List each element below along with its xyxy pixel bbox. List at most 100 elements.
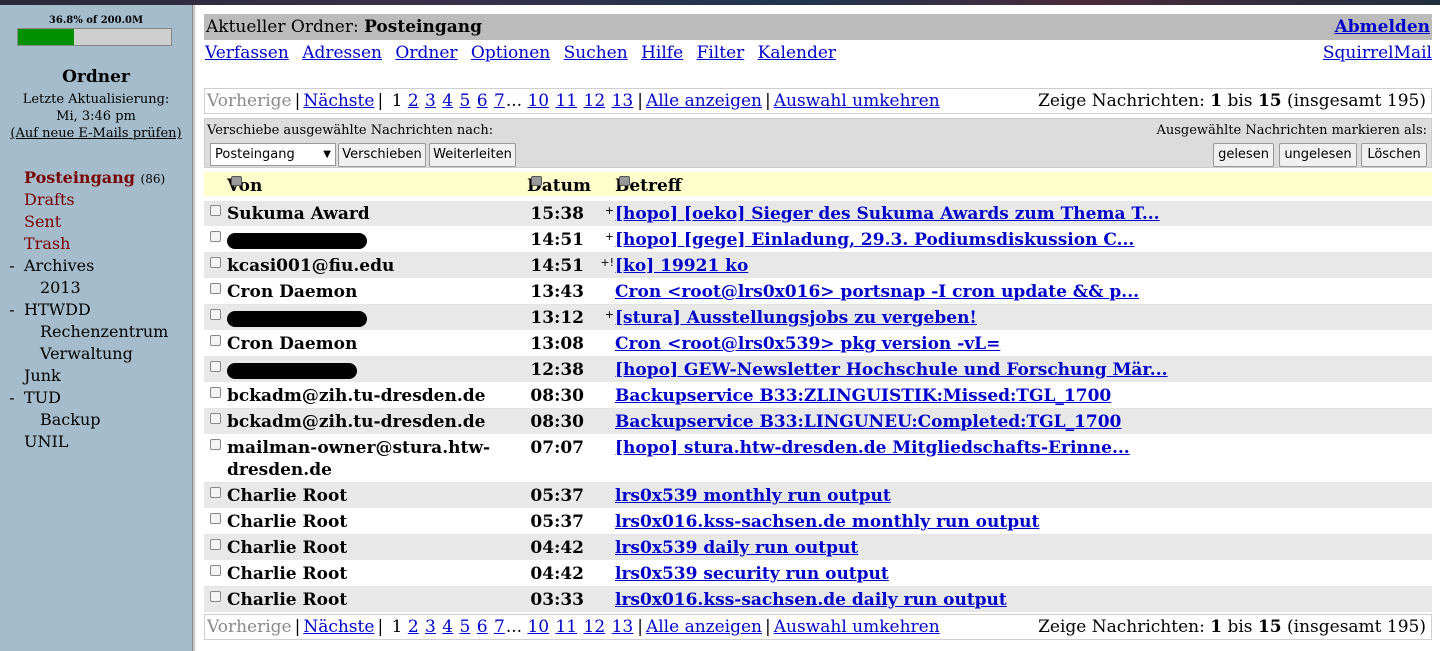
message-checkbox[interactable]	[210, 439, 221, 450]
message-row[interactable]: Sukuma Award 15:38 + [hopo] [oeko] Sieger d…	[204, 201, 1432, 227]
page-link[interactable]: 7	[494, 617, 505, 637]
mark-read-button[interactable]: gelesen	[1213, 143, 1274, 167]
folder-label[interactable]: Posteingang	[24, 168, 135, 187]
check-mail-link-text[interactable]: (Auf neue E-Mails prüfen)	[10, 126, 181, 141]
message-subject-link[interactable]: Backupservice B33:ZLINGUISTIK:Missed:TGL…	[615, 385, 1111, 407]
page-link[interactable]: 12	[584, 91, 606, 111]
page-link[interactable]: 10	[527, 91, 549, 111]
invert-selection-link[interactable]: Auswahl umkehren	[774, 617, 940, 637]
folder-item[interactable]: - Archives	[0, 256, 94, 278]
menu-search[interactable]: Suchen	[564, 43, 628, 63]
message-row[interactable]: Charlie Root 05:37 lrs0x016.kss-sachsen.de…	[204, 509, 1432, 535]
menu-help[interactable]: Hilfe	[641, 43, 683, 63]
message-checkbox[interactable]	[210, 231, 221, 242]
message-subject-link[interactable]: lrs0x539 monthly run output	[615, 485, 891, 507]
page-link[interactable]: 10	[527, 617, 549, 637]
folder-label[interactable]: Sent	[24, 212, 61, 231]
mark-unread-button[interactable]: ungelesen	[1279, 143, 1357, 167]
message-subject-link[interactable]: lrs0x539 security run output	[615, 563, 889, 585]
folder-item[interactable]: Rechenzentrum	[16, 322, 168, 344]
page-link[interactable]: 6	[477, 91, 488, 111]
message-subject-link[interactable]: [ko] 19921 ko	[615, 255, 748, 277]
folder-item[interactable]: 2013	[16, 278, 81, 300]
page-link[interactable]: 2	[408, 617, 419, 637]
page-link[interactable]: 4	[442, 617, 453, 637]
page-link[interactable]: 3	[425, 617, 436, 637]
next-page-link[interactable]: Nächste	[303, 617, 374, 637]
sort-icon[interactable]	[531, 176, 542, 186]
message-subject-link[interactable]: [hopo] [oeko] Sieger des Sukuma Awards z…	[615, 203, 1160, 225]
menu-compose[interactable]: Verfassen	[205, 43, 289, 63]
message-subject-link[interactable]: [stura] Ausstellungsjobs zu vergeben!	[615, 307, 977, 329]
menu-filter[interactable]: Filter	[697, 43, 745, 63]
show-all-link[interactable]: Alle anzeigen	[646, 617, 762, 637]
invert-selection-link[interactable]: Auswahl umkehren	[774, 91, 940, 111]
folder-label[interactable]: Trash	[24, 234, 70, 253]
page-link[interactable]: 3	[425, 91, 436, 111]
folder-item[interactable]: Trash	[0, 234, 70, 256]
message-row[interactable]: mailman-owner@stura.htw-dresden.de 07:07 […	[204, 435, 1432, 483]
folder-label[interactable]: Backup	[40, 410, 101, 429]
message-checkbox[interactable]	[210, 413, 221, 424]
message-row[interactable]: bckadm@zih.tu-dresden.de 08:30 Backupservi…	[204, 383, 1432, 409]
folder-item[interactable]: Sent	[0, 212, 61, 234]
message-row[interactable]: 14:51 + [hopo] [gege] Einladung, 29.3. Pod…	[204, 227, 1432, 253]
folder-label[interactable]: Rechenzentrum	[40, 322, 168, 341]
message-row[interactable]: kcasi001@fiu.edu 14:51 +! [ko] 19921 ko	[204, 253, 1432, 279]
collapse-toggle[interactable]: -	[0, 256, 24, 275]
folder-label[interactable]: Drafts	[24, 190, 75, 209]
message-row[interactable]: Cron Daemon 13:08 Cron <root@lrs0x539> pkg…	[204, 331, 1432, 357]
squirrelmail-link[interactable]: SquirrelMail	[1323, 43, 1432, 63]
message-subject-link[interactable]: [hopo] stura.htw-dresden.de Mitgliedscha…	[615, 437, 1130, 459]
message-checkbox[interactable]	[210, 361, 221, 372]
collapse-toggle[interactable]: -	[0, 388, 24, 407]
check-mail-link[interactable]: (Auf neue E-Mails prüfen)	[0, 126, 192, 141]
menu-calendar[interactable]: Kalender	[758, 43, 836, 63]
page-link[interactable]: 5	[460, 617, 471, 637]
message-subject-link[interactable]: lrs0x016.kss-sachsen.de daily run output	[615, 589, 1007, 611]
message-subject-link[interactable]: lrs0x016.kss-sachsen.de monthly run outp…	[615, 511, 1039, 533]
message-checkbox[interactable]	[210, 513, 221, 524]
message-row[interactable]: Charlie Root 03:33 lrs0x016.kss-sachsen.de…	[204, 587, 1432, 613]
message-checkbox[interactable]	[210, 309, 221, 320]
menu-folders[interactable]: Ordner	[395, 43, 457, 63]
page-link[interactable]: 4	[442, 91, 453, 111]
folder-item[interactable]: Junk	[0, 366, 61, 388]
message-subject-link[interactable]: Cron <root@lrs0x016> portsnap -I cron up…	[615, 281, 1139, 303]
folder-label[interactable]: Verwaltung	[40, 344, 133, 363]
message-subject-link[interactable]: lrs0x539 daily run output	[615, 537, 858, 559]
forward-button[interactable]: Weiterleiten	[429, 143, 516, 167]
page-link[interactable]: 13	[612, 91, 634, 111]
page-link[interactable]: 11	[555, 91, 577, 111]
message-checkbox[interactable]	[210, 257, 221, 268]
message-row[interactable]: bckadm@zih.tu-dresden.de 08:30 Backupservi…	[204, 409, 1432, 435]
collapse-toggle[interactable]: -	[0, 300, 24, 319]
page-link[interactable]: 2	[408, 91, 419, 111]
message-row[interactable]: Charlie Root 04:42 lrs0x539 security run o…	[204, 561, 1432, 587]
move-target-select[interactable]: Posteingang ▼	[210, 143, 336, 166]
sort-icon[interactable]	[231, 176, 242, 186]
page-link[interactable]: 12	[584, 617, 606, 637]
logout-link[interactable]: Abmelden	[1335, 14, 1430, 40]
message-subject-link[interactable]: [hopo] GEW-Newsletter Hochschule und For…	[615, 359, 1168, 381]
folder-label[interactable]: UNIL	[24, 432, 68, 451]
folder-label[interactable]: Junk	[24, 366, 61, 385]
folder-label[interactable]: Archives	[24, 256, 94, 275]
message-row[interactable]: Charlie Root 04:42 lrs0x539 daily run outp…	[204, 535, 1432, 561]
message-checkbox[interactable]	[210, 565, 221, 576]
page-link[interactable]: 13	[612, 617, 634, 637]
delete-button[interactable]: Löschen	[1361, 143, 1427, 167]
folder-item[interactable]: Backup	[16, 410, 101, 432]
message-subject-link[interactable]: Backupservice B33:LINGUNEU:Completed:TGL…	[615, 411, 1121, 433]
message-subject-link[interactable]: Cron <root@lrs0x539> pkg version -vL=	[615, 333, 1000, 355]
page-link[interactable]: 6	[477, 617, 488, 637]
message-row[interactable]: 12:38 [hopo] GEW-Newsletter Hochschule un…	[204, 357, 1432, 383]
menu-options[interactable]: Optionen	[471, 43, 550, 63]
message-subject-link[interactable]: [hopo] [gege] Einladung, 29.3. Podiumsdi…	[615, 229, 1134, 251]
message-row[interactable]: 13:12 + [stura] Ausstellungsjobs zu vergeb…	[204, 305, 1432, 331]
message-checkbox[interactable]	[210, 205, 221, 216]
folder-item[interactable]: Posteingang (86)	[0, 168, 165, 190]
message-row[interactable]: Charlie Root 05:37 lrs0x539 monthly run ou…	[204, 483, 1432, 509]
message-checkbox[interactable]	[210, 387, 221, 398]
folder-item[interactable]: - HTWDD	[0, 300, 90, 322]
